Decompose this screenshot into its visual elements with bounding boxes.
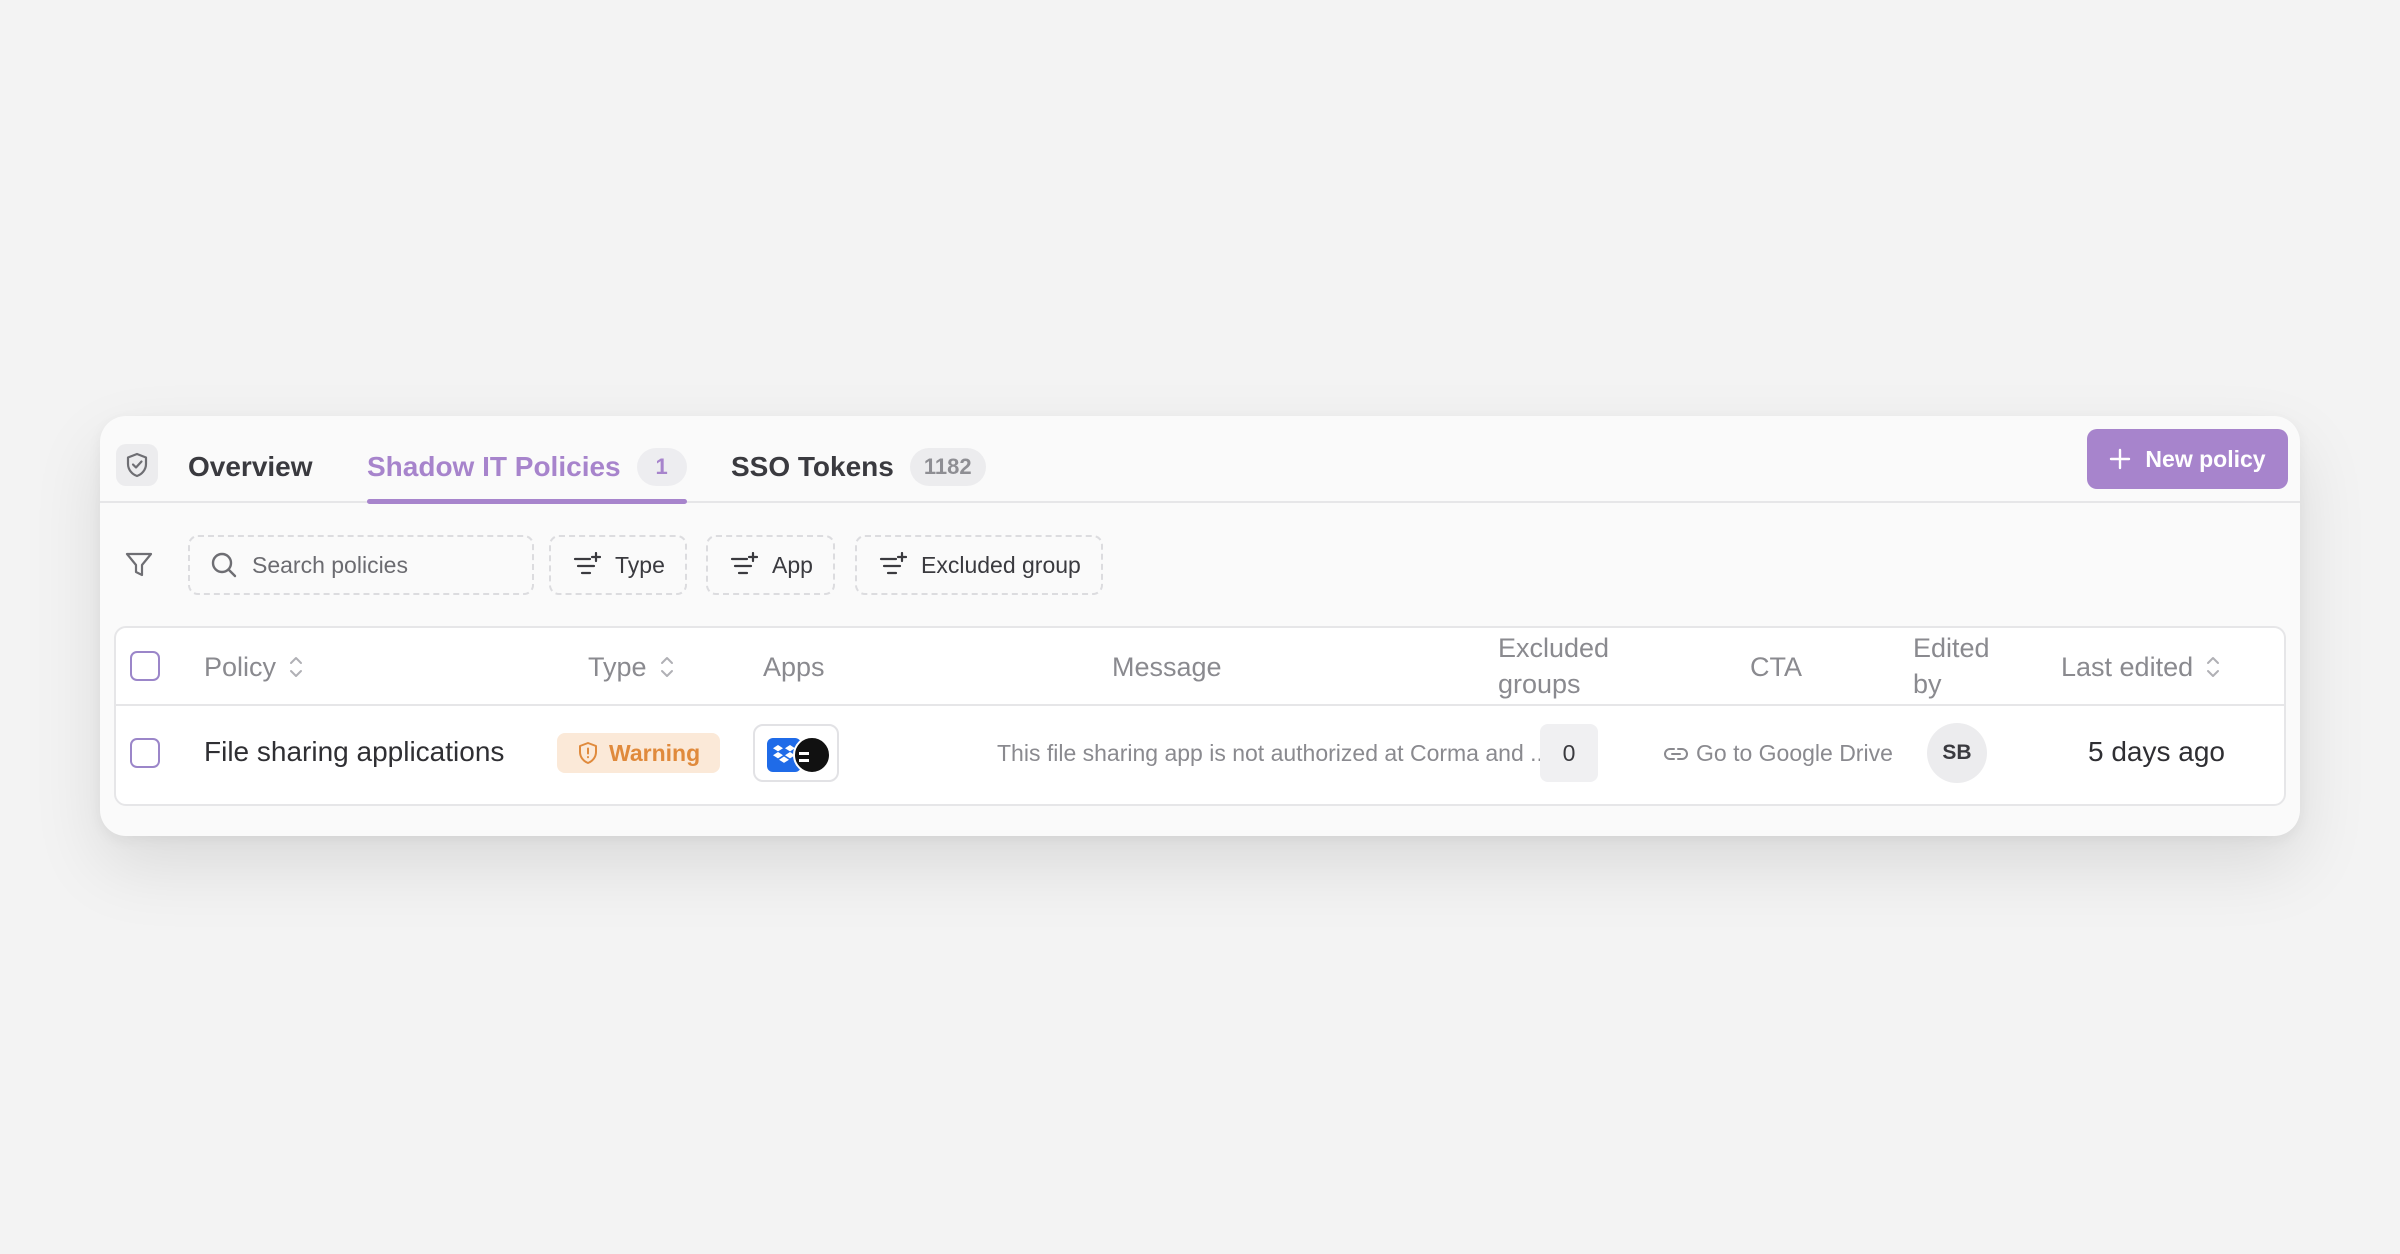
new-policy-button[interactable]: New policy: [2087, 429, 2288, 489]
filter-chip-label: App: [772, 551, 813, 578]
sort-icon: [290, 657, 303, 677]
select-all-checkbox[interactable]: [130, 651, 160, 681]
filter-add-icon: [879, 552, 907, 575]
column-header-message: Message: [1112, 649, 1222, 685]
filter-chip-label: Excluded group: [921, 551, 1081, 578]
column-label: Message: [1112, 652, 1222, 682]
app-icon: [793, 736, 831, 774]
sort-icon: [660, 657, 673, 677]
tab-bar: Overview Shadow IT Policies 1 SSO Tokens…: [100, 416, 2300, 504]
filter-chip-app[interactable]: App: [706, 535, 835, 595]
type-label: Warning: [609, 739, 701, 766]
column-header-excluded-groups: Excluded groups: [1498, 630, 1609, 702]
column-label: Excluded: [1498, 633, 1610, 663]
column-header-apps: Apps: [763, 649, 825, 685]
sort-icon: [2207, 657, 2220, 677]
plus-icon: [2110, 448, 2131, 470]
shield-check-icon: [116, 444, 158, 486]
filter-icon[interactable]: [124, 550, 154, 585]
tab-count-badge: 1182: [909, 448, 986, 486]
column-label: Type: [588, 652, 647, 682]
tab-count-badge: 1: [636, 448, 687, 486]
type-badge-warning: Warning: [557, 733, 721, 773]
policies-card: Overview Shadow IT Policies 1 SSO Tokens…: [100, 416, 2300, 836]
tab-overview[interactable]: Overview: [188, 444, 313, 490]
excluded-groups-count: 0: [1540, 724, 1598, 782]
search-icon: [211, 552, 237, 578]
policy-message: This file sharing app is not authorized …: [997, 740, 1550, 766]
column-header-edited-by: Edited by: [1913, 630, 1990, 702]
shield-alert-icon: [579, 742, 597, 764]
tab-label: SSO Tokens: [731, 451, 894, 482]
last-edited-value: 5 days ago: [2088, 736, 2225, 767]
column-header-cta: CTA: [1750, 649, 1802, 685]
filter-chip-type[interactable]: Type: [549, 535, 687, 595]
column-label: by: [1913, 669, 1942, 699]
tab-sso-tokens[interactable]: SSO Tokens 1182: [731, 444, 986, 490]
column-label: Policy: [204, 652, 277, 682]
column-header-last-edited[interactable]: Last edited: [2061, 649, 2221, 685]
search-input[interactable]: [252, 551, 502, 579]
row-checkbox[interactable]: [130, 738, 160, 768]
tab-label: Shadow IT Policies: [367, 451, 621, 482]
table-header: Policy Type Apps Message Excluded groups: [116, 628, 2284, 706]
cta-link[interactable]: Go to Google Drive: [1664, 740, 1893, 767]
column-header-type[interactable]: Type: [588, 649, 675, 685]
avatar: SB: [1927, 723, 1987, 783]
column-label: Apps: [763, 652, 825, 682]
column-label: groups: [1498, 669, 1581, 699]
tab-shadow-it-policies[interactable]: Shadow IT Policies 1: [367, 444, 687, 504]
column-label: CTA: [1750, 652, 1802, 682]
table-row[interactable]: File sharing applications Warning This f…: [116, 706, 2284, 804]
filter-add-icon: [573, 552, 601, 575]
column-header-policy[interactable]: Policy: [204, 649, 304, 685]
link-icon: [1664, 747, 1688, 760]
column-label: Edited: [1913, 633, 1990, 663]
cta-label: Go to Google Drive: [1696, 740, 1893, 766]
filter-add-icon: [730, 552, 758, 575]
policy-name[interactable]: File sharing applications: [204, 736, 504, 768]
search-box[interactable]: [188, 535, 534, 595]
new-policy-label: New policy: [2145, 445, 2266, 472]
apps-stack[interactable]: [753, 724, 839, 782]
column-label: Last edited: [2061, 652, 2194, 682]
tab-label: Overview: [188, 451, 313, 482]
filter-chip-excluded-group[interactable]: Excluded group: [855, 535, 1103, 595]
policies-table: Policy Type Apps Message Excluded groups: [114, 626, 2286, 806]
filter-chip-label: Type: [615, 551, 665, 578]
